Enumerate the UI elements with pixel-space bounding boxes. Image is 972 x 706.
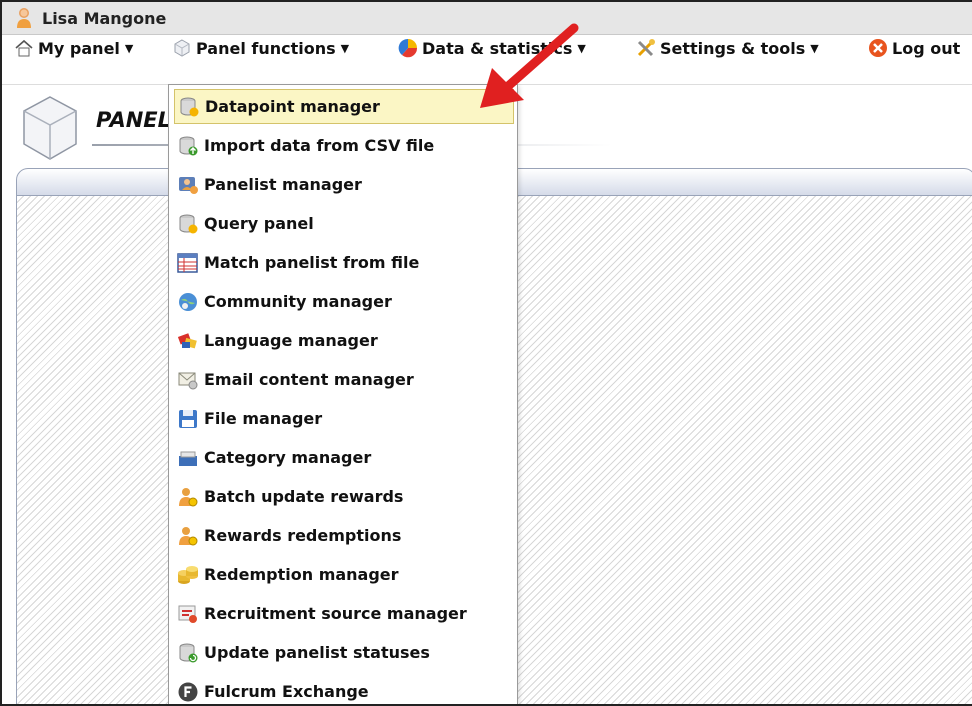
menu-item-batch-update-rewards[interactable]: Batch update rewards xyxy=(174,479,514,514)
table-icon xyxy=(177,252,199,274)
recruitment-icon xyxy=(177,603,199,625)
person-reward-icon xyxy=(177,525,199,547)
page-title: PANEL xyxy=(96,108,172,132)
community-icon xyxy=(177,291,199,313)
menu-item-match-panelist[interactable]: Match panelist from file xyxy=(174,245,514,280)
caret-down-icon: ▼ xyxy=(810,41,819,55)
menu-item-label: File manager xyxy=(204,409,323,428)
caret-down-icon: ▼ xyxy=(340,41,350,55)
menu-item-label: Language manager xyxy=(204,331,378,350)
menu-my-panel[interactable]: My panel ▼ xyxy=(14,35,133,61)
menu-data-statistics[interactable]: Data & statistics ▼ xyxy=(398,35,586,61)
menu-item-label: Match panelist from file xyxy=(204,253,420,272)
user-name: Lisa Mangone xyxy=(42,8,167,28)
panel-cube-icon xyxy=(20,94,80,162)
menu-item-label: Batch update rewards xyxy=(204,487,404,506)
menu-item-fulcrum-exchange[interactable]: Fulcrum Exchange xyxy=(174,674,514,704)
main-menubar: My panel ▼ Panel functions ▼ Data & stat… xyxy=(2,35,972,85)
menu-item-email-content-manager[interactable]: Email content manager xyxy=(174,362,514,397)
menu-item-panelist-manager[interactable]: Panelist manager xyxy=(174,167,514,202)
menu-item-file-manager[interactable]: File manager xyxy=(174,401,514,436)
app-window: Lisa Mangone My panel ▼ Panel functions … xyxy=(0,0,972,706)
person-reward-icon xyxy=(177,486,199,508)
menu-item-label: Panelist manager xyxy=(204,175,362,194)
user-titlebar: Lisa Mangone xyxy=(2,2,972,35)
chart-icon xyxy=(398,38,418,58)
menu-item-label: Community manager xyxy=(204,292,392,311)
menu-log-out[interactable]: Log out xyxy=(868,35,960,61)
menu-label: Log out xyxy=(892,38,961,58)
menu-item-query-panel[interactable]: Query panel xyxy=(174,206,514,241)
floppy-icon xyxy=(177,408,199,430)
menu-item-label: Update panelist statuses xyxy=(204,643,430,662)
menu-label: My panel xyxy=(38,38,120,58)
menu-item-update-panelist-statuses[interactable]: Update panelist statuses xyxy=(174,635,514,670)
fulcrum-icon xyxy=(177,681,199,703)
menu-item-label: Rewards redemptions xyxy=(204,526,402,545)
menu-item-label: Fulcrum Exchange xyxy=(204,682,369,701)
menu-item-label: Datapoint manager xyxy=(205,97,380,116)
logout-icon xyxy=(868,38,888,58)
menu-item-datapoint-manager[interactable]: Datapoint manager xyxy=(174,89,514,124)
menu-item-language-manager[interactable]: Language manager xyxy=(174,323,514,358)
menu-item-recruitment-source-manager[interactable]: Recruitment source manager xyxy=(174,596,514,631)
email-icon xyxy=(177,369,199,391)
caret-down-icon: ▼ xyxy=(577,41,586,55)
menu-label: Settings & tools xyxy=(660,38,806,58)
menu-item-redemption-manager[interactable]: Redemption manager xyxy=(174,557,514,592)
menu-item-label: Redemption manager xyxy=(204,565,399,584)
panelist-icon xyxy=(177,174,199,196)
menu-item-community-manager[interactable]: Community manager xyxy=(174,284,514,319)
database-import-icon xyxy=(177,135,199,157)
menu-settings-tools[interactable]: Settings & tools ▼ xyxy=(636,35,819,61)
panel-functions-dropdown: Datapoint manager Import data from CSV f… xyxy=(168,84,518,704)
user-icon xyxy=(14,7,34,29)
menu-item-label: Import data from CSV file xyxy=(204,136,435,155)
cube-icon xyxy=(172,38,192,58)
tools-icon xyxy=(636,38,656,58)
home-icon xyxy=(14,38,34,58)
menu-item-rewards-redemptions[interactable]: Rewards redemptions xyxy=(174,518,514,553)
database-refresh-icon xyxy=(177,642,199,664)
menu-item-import-csv[interactable]: Import data from CSV file xyxy=(174,128,514,163)
menu-label: Panel functions xyxy=(196,38,336,58)
menu-panel-functions[interactable]: Panel functions ▼ xyxy=(172,35,349,61)
database-icon xyxy=(178,96,200,118)
menu-item-label: Category manager xyxy=(204,448,372,467)
menu-item-label: Email content manager xyxy=(204,370,414,389)
caret-down-icon: ▼ xyxy=(124,41,134,55)
category-icon xyxy=(177,447,199,469)
menu-item-label: Query panel xyxy=(204,214,314,233)
database-query-icon xyxy=(177,213,199,235)
coins-icon xyxy=(177,564,199,586)
language-icon xyxy=(177,330,199,352)
menu-label: Data & statistics xyxy=(422,38,573,58)
menu-item-label: Recruitment source manager xyxy=(204,604,467,623)
menu-item-category-manager[interactable]: Category manager xyxy=(174,440,514,475)
